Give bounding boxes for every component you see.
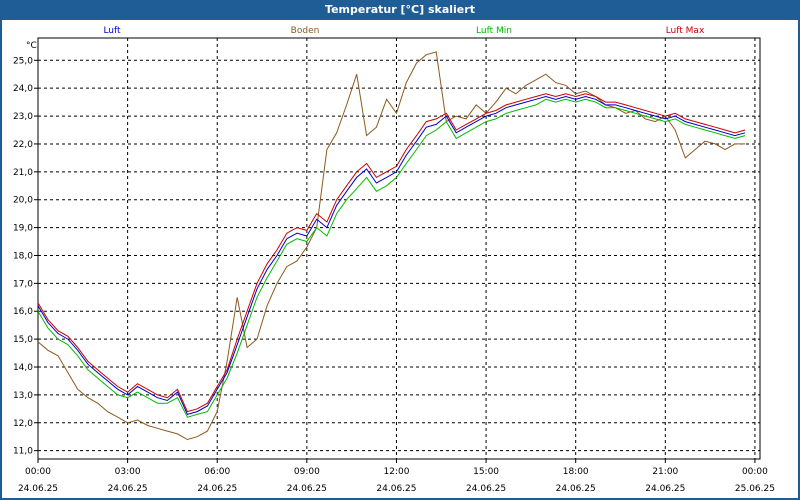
x-tick-date-label: 24.06.25 [287, 484, 327, 494]
y-tick-label: 13,0 [13, 391, 33, 401]
x-tick-time-label: 18:00 [563, 467, 589, 477]
x-tick-time-label: 09:00 [294, 467, 320, 477]
temperature-chart: °C 25,0 24,0 23,0 22,0 21,0 20,0 19,0 18,0 17,0 1… [13, 26, 775, 494]
legend-entry-luft-min: Luft Min [476, 26, 512, 36]
chart-window: Temperatur [°C] skaliert °C 25,0 24,0 23,0… [0, 0, 800, 500]
x-tick-date-label: 24.06.25 [466, 484, 506, 494]
x-tick-time-label: 21:00 [652, 467, 678, 477]
x-tick-date-label: 24.06.25 [18, 484, 58, 494]
plot-frame [37, 37, 761, 460]
y-tick-label: 18,0 [13, 251, 33, 261]
series-lines [37, 51, 746, 441]
y-tick-label: 17,0 [13, 279, 33, 289]
y-tick-label: 12,0 [13, 419, 33, 429]
y-tick-labels: 25,0 24,0 23,0 22,0 21,0 20,0 19,0 18,0 17,0 16,0… [13, 56, 38, 457]
y-tick-label: 14,0 [13, 363, 33, 373]
y-tick-label: 11,0 [13, 447, 33, 457]
y-tick-label: 20,0 [13, 196, 33, 206]
grid-lines [37, 38, 760, 459]
series-line-luft-min [37, 98, 746, 418]
chart-panel: °C 25,0 24,0 23,0 22,0 21,0 20,0 19,0 18,0 17,0 1… [2, 20, 798, 498]
window-title: Temperatur [°C] skaliert [325, 3, 475, 16]
series-line-boden [37, 51, 746, 441]
x-tick-time-label: 00:00 [25, 467, 51, 477]
x-tick-date-label: 24.06.25 [645, 484, 685, 494]
x-tick-date-label: 24.06.25 [108, 484, 148, 494]
x-tick-date-label: 25.06.25 [735, 484, 775, 494]
x-tick-time-label: 00:00 [742, 467, 768, 477]
x-tick-time-label: 06:00 [204, 467, 230, 477]
legend-entry-boden: Boden [291, 26, 320, 36]
x-tick-time-label: 12:00 [383, 467, 409, 477]
x-tick-date-label: 24.06.25 [556, 484, 596, 494]
x-tick-date-label: 24.06.25 [376, 484, 416, 494]
x-tick-time-label: 15:00 [473, 467, 499, 477]
y-tick-label: 21,0 [13, 168, 33, 178]
legend-entry-luft: Luft [103, 26, 121, 36]
y-tick-label: 24,0 [13, 84, 33, 94]
series-line-luft-max [37, 93, 746, 413]
y-axis-unit-label: °C [26, 41, 37, 51]
y-tick-label: 23,0 [13, 112, 33, 122]
y-tick-label: 22,0 [13, 140, 33, 150]
legend-entry-luft-max: Luft Max [666, 26, 705, 36]
legend: Luft Boden Luft Min Luft Max [103, 26, 705, 36]
y-tick-label: 15,0 [13, 335, 33, 345]
x-tick-labels: 00:00 24.06.25 03:00 24.06.25 06:00 24.06.25 0… [18, 459, 775, 494]
y-tick-label: 25,0 [13, 56, 33, 66]
y-tick-label: 19,0 [13, 224, 33, 234]
y-tick-label: 16,0 [13, 307, 33, 317]
x-tick-date-label: 24.06.25 [197, 484, 237, 494]
x-tick-time-label: 03:00 [115, 467, 141, 477]
